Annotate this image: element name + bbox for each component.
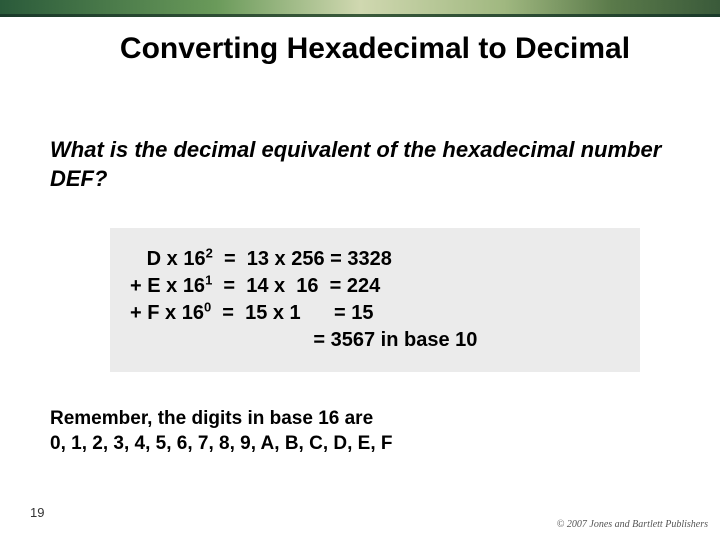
slide-content: Converting Hexadecimal to Decimal What i… bbox=[0, 14, 720, 457]
copyright-text: © 2007 Jones and Bartlett Publishers bbox=[557, 519, 708, 530]
page-number: 19 bbox=[30, 505, 44, 520]
calculation-box: D x 162 = 13 x 256 = 3328 + E x 161 = 14… bbox=[110, 228, 640, 372]
remember-line-2: 0, 1, 2, 3, 4, 5, 6, 7, 8, 9, A, B, C, D… bbox=[50, 432, 670, 457]
top-banner bbox=[0, 0, 720, 14]
calc-line-3: + F x 160 = 15 x 1 = 15 bbox=[130, 300, 620, 327]
remember-text: Remember, the digits in base 16 are 0, 1… bbox=[50, 407, 670, 456]
calc-line-1: D x 162 = 13 x 256 = 3328 bbox=[130, 246, 620, 273]
question-text: What is the decimal equivalent of the he… bbox=[50, 136, 670, 193]
slide-title: Converting Hexadecimal to Decimal bbox=[50, 32, 670, 66]
calc-line-2: + E x 161 = 14 x 16 = 224 bbox=[130, 273, 620, 300]
calc-line-4: = 3567 in base 10 bbox=[130, 327, 620, 354]
remember-line-1: Remember, the digits in base 16 are bbox=[50, 407, 670, 432]
